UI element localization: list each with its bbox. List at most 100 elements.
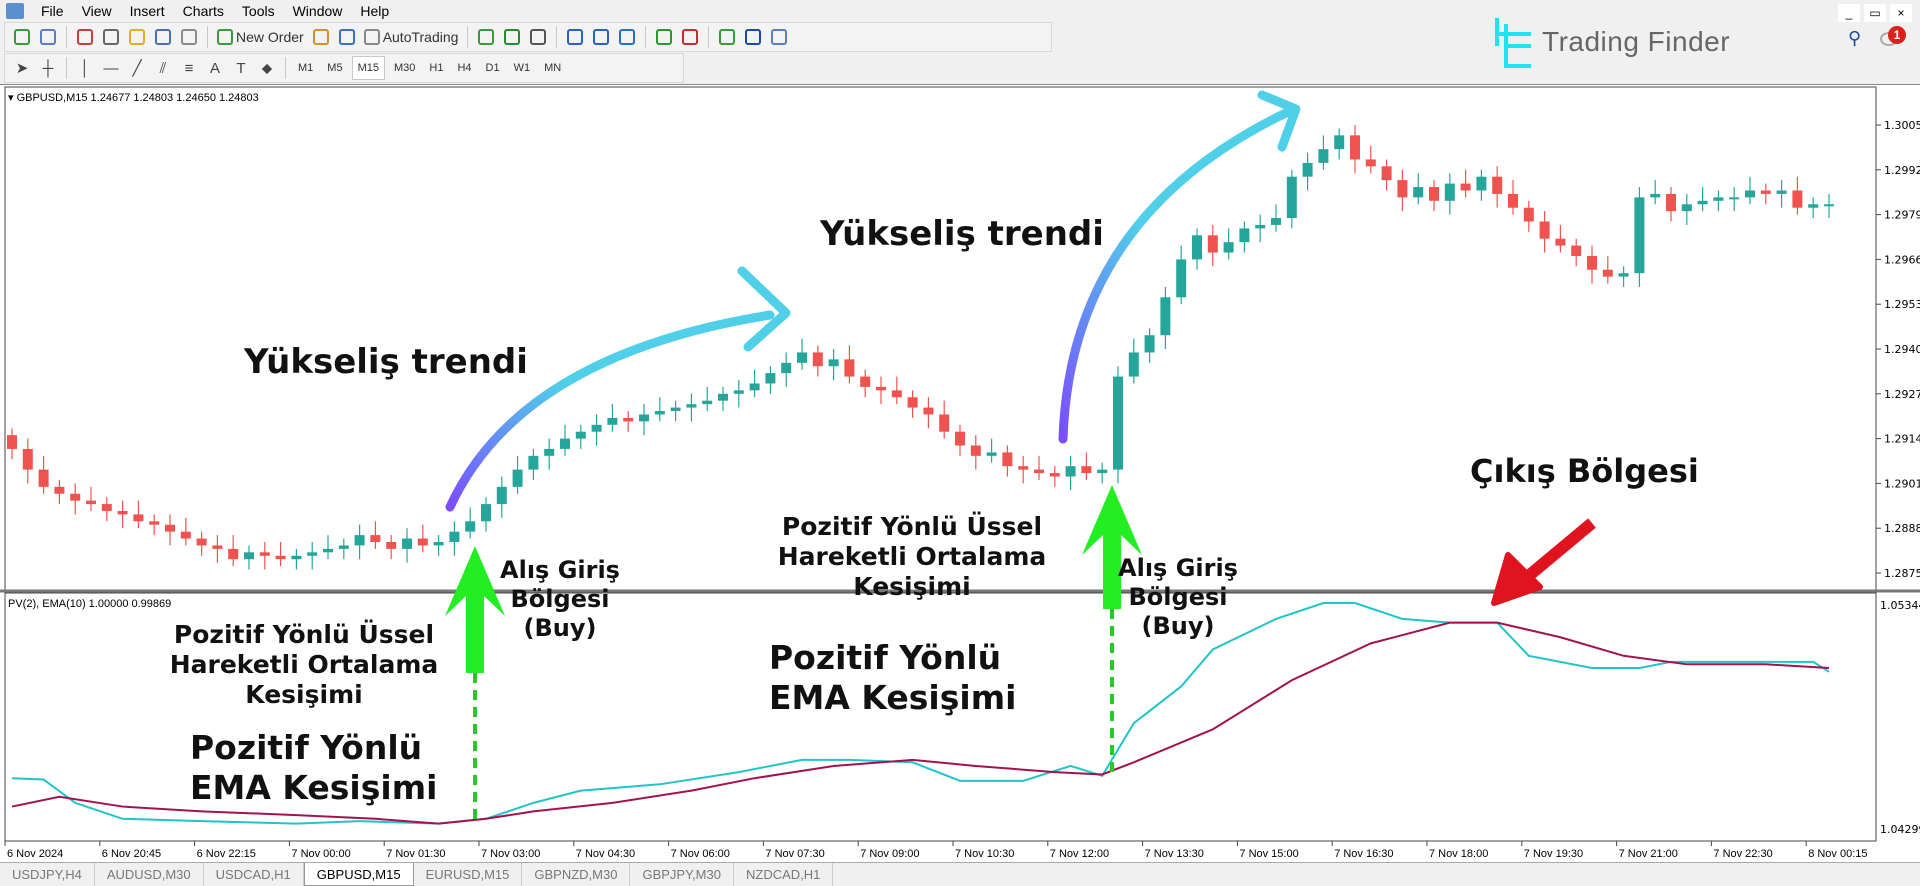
- timeframe-h4[interactable]: H4: [452, 56, 476, 80]
- candle: [1602, 255, 1613, 284]
- indicators-button[interactable]: [716, 25, 738, 49]
- arrows-button[interactable]: ⬥: [256, 56, 278, 80]
- menu-charts[interactable]: Charts: [174, 3, 233, 19]
- signals-icon: [338, 29, 355, 45]
- candle: [1508, 180, 1518, 215]
- chart-tab[interactable]: GBPJPY,M30: [630, 863, 734, 886]
- signals-button[interactable]: [336, 25, 358, 49]
- candle: [1666, 187, 1676, 222]
- notifications-button[interactable]: 1: [1880, 26, 1906, 50]
- chart-tab[interactable]: USDJPY,H4: [0, 863, 95, 886]
- tile-windows-button[interactable]: [616, 25, 638, 49]
- templates-button[interactable]: [768, 25, 790, 49]
- candle-body: [1255, 224, 1266, 229]
- periods-button[interactable]: [742, 25, 764, 49]
- profiles-button[interactable]: [37, 25, 59, 49]
- toolbar-separator: [285, 57, 286, 79]
- chart-tab[interactable]: GBPUSD,M15: [303, 863, 414, 886]
- horizontal-line-button[interactable]: —: [100, 56, 122, 80]
- search-icon[interactable]: ⚲: [1848, 28, 1861, 49]
- candle: [70, 483, 81, 515]
- candle: [1286, 169, 1297, 229]
- timeframe-mn[interactable]: MN: [539, 56, 566, 80]
- timeframe-m30[interactable]: M30: [389, 56, 420, 80]
- minimize-button[interactable]: _: [1838, 4, 1860, 22]
- menu-view[interactable]: View: [73, 3, 121, 19]
- candle: [733, 380, 744, 408]
- chart-tab[interactable]: USDCAD,H1: [204, 863, 304, 886]
- chart-tab[interactable]: GBPNZD,M30: [522, 863, 631, 886]
- timeframe-m1[interactable]: M1: [293, 56, 318, 80]
- navigator-button[interactable]: [100, 25, 122, 49]
- menu-tools[interactable]: Tools: [233, 3, 284, 19]
- chart-tab[interactable]: AUDUSD,M30: [95, 863, 204, 886]
- timeframe-d1[interactable]: D1: [481, 56, 505, 80]
- metaeditor-button[interactable]: [310, 25, 332, 49]
- timeframe-h1[interactable]: H1: [424, 56, 448, 80]
- toolbar-separator: [467, 26, 469, 48]
- candle-body: [1681, 204, 1692, 212]
- candle-body: [1286, 176, 1297, 219]
- timeframe-m5[interactable]: M5: [322, 56, 347, 80]
- candlestick-button[interactable]: [501, 25, 523, 49]
- candle: [1697, 187, 1708, 212]
- market-watch-button[interactable]: [74, 25, 96, 49]
- menu-window[interactable]: Window: [284, 3, 352, 19]
- close-button[interactable]: ×: [1890, 4, 1912, 22]
- zoom-out-button[interactable]: [590, 25, 612, 49]
- trendline-button[interactable]: ╱: [126, 56, 148, 80]
- annotation-trend2: Yükseliş trendi: [820, 214, 1104, 255]
- annotation-line: EMA Kesişimi: [190, 767, 438, 807]
- candle: [718, 386, 728, 412]
- time-label: 6 Nov 2024: [7, 848, 63, 860]
- candle: [812, 345, 823, 377]
- candle: [433, 535, 444, 556]
- new-chart-button[interactable]: [11, 25, 33, 49]
- arrows-icon: ⬥: [261, 59, 273, 77]
- menu-help[interactable]: Help: [351, 3, 398, 19]
- candle: [907, 390, 918, 418]
- chart-shift-button[interactable]: [679, 25, 701, 49]
- candle-body: [1018, 466, 1029, 470]
- vertical-line-button[interactable]: │: [74, 56, 96, 80]
- candle: [1097, 462, 1108, 484]
- annotation-line: Pozitif Yönlü Üssel: [173, 620, 435, 649]
- menu-insert[interactable]: Insert: [121, 3, 174, 19]
- restore-button[interactable]: ▭: [1864, 4, 1886, 22]
- candle: [1034, 455, 1044, 480]
- zoom-in-icon: [567, 29, 584, 45]
- cursor-button[interactable]: ➤: [11, 56, 33, 80]
- new-order-button[interactable]: New Order: [215, 25, 306, 49]
- text-button[interactable]: A: [204, 56, 226, 80]
- candle-body: [670, 407, 681, 412]
- menu-file[interactable]: File: [32, 3, 73, 19]
- price-tick-label: 1.29140: [1884, 433, 1920, 446]
- text-label-button[interactable]: T: [230, 56, 252, 80]
- line-chart-button[interactable]: [527, 25, 549, 49]
- timeframe-w1[interactable]: W1: [509, 56, 536, 80]
- candle: [149, 514, 160, 536]
- timeframe-m15[interactable]: M15: [351, 56, 385, 80]
- chart-tab[interactable]: EURUSD,M15: [414, 863, 523, 886]
- candle-body: [560, 438, 570, 449]
- autotrading-button[interactable]: AutoTrading: [362, 25, 461, 49]
- fibonacci-button[interactable]: ≡: [178, 56, 200, 80]
- crosshair-button[interactable]: ┼: [37, 56, 59, 80]
- channel-button[interactable]: ⫽: [152, 56, 174, 80]
- chart-tab[interactable]: NZDCAD,H1: [734, 863, 834, 886]
- candle-body: [1555, 238, 1566, 246]
- candle-body: [1508, 193, 1518, 208]
- price-tick-label: 1.28880: [1884, 522, 1920, 535]
- candle: [1760, 183, 1771, 205]
- candle-body: [323, 548, 333, 553]
- strategy-tester-button[interactable]: [178, 25, 200, 49]
- terminal-button[interactable]: [152, 25, 174, 49]
- candle: [307, 541, 318, 570]
- up-arrow-icon: [445, 546, 505, 673]
- favorites-button[interactable]: [126, 25, 148, 49]
- bar-chart-button[interactable]: [475, 25, 497, 49]
- candle: [1650, 180, 1661, 205]
- standard-toolbar: New Order AutoTrading: [4, 22, 1052, 52]
- zoom-in-button[interactable]: [564, 25, 586, 49]
- autoscroll-button[interactable]: [653, 25, 675, 49]
